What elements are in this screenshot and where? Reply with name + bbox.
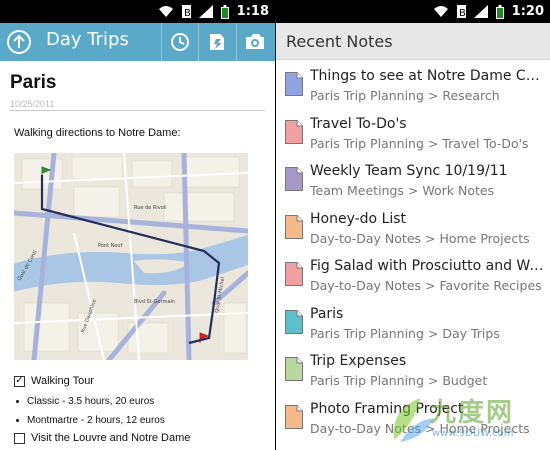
recent-note-path: Paris Trip Planning > Travel To-Do's [310,135,529,151]
recent-note-title: Trip Expenses [310,353,407,369]
new-note-icon [210,34,224,50]
recent-note-item[interactable]: Honey-do List Day-to-Day Notes > Home Pro… [276,206,550,253]
panel-title: Recent Notes [286,32,393,51]
watermark-url: www.9DUW.com [432,428,514,439]
recent-note-title: Honey-do List [310,210,407,227]
arrow-up-icon [13,35,25,48]
note-page-icon [285,72,303,96]
bullet-icon [16,419,19,422]
section-title: Day Trips [46,29,129,50]
recent-notes-panel: Recent Notes Things to see at Notre Dame… [276,23,550,450]
note-page-icon [285,262,303,286]
svg-text:B: B [184,8,191,18]
divider [161,23,162,61]
recent-note-item[interactable]: Fig Salad with Prosciutto and Wa... Day-t… [276,253,550,300]
signal-icon [198,5,213,18]
note-date: 10/25/2011 [10,99,55,109]
checkbox-checked[interactable]: ✓ [14,375,25,387]
watermark-text: 九度网 [430,398,515,428]
recent-note-path: Paris Trip Planning > Research [310,88,500,103]
divider [198,23,199,61]
svg-text:B: B [459,8,466,18]
bullet-item-label: Classic - 3.5 hours, 20 euros [27,396,155,407]
recent-note-title: Paris [310,305,344,322]
divider [236,23,237,61]
recent-note-title: Travel To-Do's [310,115,407,132]
note-page-icon [285,167,303,191]
notification-icon: B [456,5,466,18]
recent-note-title: Fig Salad with Prosciutto and Wa... [310,258,548,274]
recent-note-item[interactable]: Things to see at Notre Dame Cat... Paris … [276,63,550,110]
recent-notes-header: Recent Notes [276,23,550,60]
battery-icon [220,4,229,19]
wifi-icon [158,6,173,17]
note-body-text[interactable]: Walking directions to Notre Dame: [14,127,181,139]
wifi-icon [433,6,448,17]
recent-note-item[interactable]: Weekly Team Sync 10/19/11 Team Meetings >… [276,158,550,205]
notification-icon: B [181,5,191,18]
watermark: 九度网 www.9DUW.com [390,392,546,448]
status-time: 1:18 [236,4,269,19]
checklist-item-label: Walking Tour [31,375,94,387]
recent-note-title: Things to see at Notre Dame Cat... [310,68,548,84]
note-page-icon [285,357,303,381]
camera-button[interactable] [238,23,272,61]
recent-note-item[interactable]: Paris Paris Trip Planning > Day Trips [276,301,550,348]
new-note-button[interactable] [200,23,234,61]
map-drawing: Rue de Rivoli Quai de Conti Blvd St-Germ… [14,153,248,360]
map-street-label: Pont Neuf [98,243,123,249]
bullet-item[interactable]: Classic - 3.5 hours, 20 euros [14,396,154,407]
recent-note-path: Day-to-Day Notes > Favorite Recipes [310,278,542,293]
bullet-item-label: Montmartre - 2 hours, 12 euros [27,415,165,426]
checklist-item[interactable]: Visit the Louvre and Notre Dame [14,432,190,444]
recent-note-path: Team Meetings > Work Notes [310,183,495,198]
recent-note-path: Paris Trip Planning > Budget [310,373,488,388]
bullet-icon [16,400,19,403]
note-page-icon [285,404,303,429]
note-page-icon [285,119,303,144]
map-street-label: Rue de Rivoli [134,205,167,211]
bullet-item[interactable]: Montmartre - 2 hours, 12 euros [14,415,165,426]
note-page-icon [285,214,303,239]
status-time: 1:20 [511,4,544,19]
action-bar: Day Trips [0,23,275,61]
recent-note-title: Weekly Team Sync 10/19/11 [310,163,508,179]
checklist-item[interactable]: ✓ Walking Tour [14,375,94,387]
signal-icon [473,5,488,18]
status-bar-left: B 1:18 [0,0,275,23]
reminder-button[interactable] [163,23,197,61]
recent-note-path: Paris Trip Planning > Day Trips [310,325,500,341]
note-page-icon [285,309,303,334]
battery-icon [495,4,504,19]
checkbox-unchecked[interactable] [14,432,25,444]
up-button[interactable] [7,30,31,54]
status-bar-right: B 1:20 [276,0,550,23]
note-title[interactable]: Paris [10,72,56,94]
recent-note-path: Day-to-Day Notes > Home Projects [310,230,530,246]
title-divider [10,110,265,111]
clock-icon [171,33,189,51]
recent-note-item[interactable]: Trip Expenses Paris Trip Planning > Budge… [276,348,550,395]
note-view: Day Trips Paris 10/25/2011 Walking direc… [0,23,275,450]
camera-icon [246,34,264,49]
map-street-label: Blvd St-Germain [134,299,175,305]
leaf-logo-icon [393,398,434,442]
recent-note-item[interactable]: Travel To-Do's Paris Trip Planning > Trav… [276,111,550,158]
map-image[interactable]: Rue de Rivoli Quai de Conti Blvd St-Germ… [14,153,248,360]
checklist-item-label: Visit the Louvre and Notre Dame [31,432,191,444]
